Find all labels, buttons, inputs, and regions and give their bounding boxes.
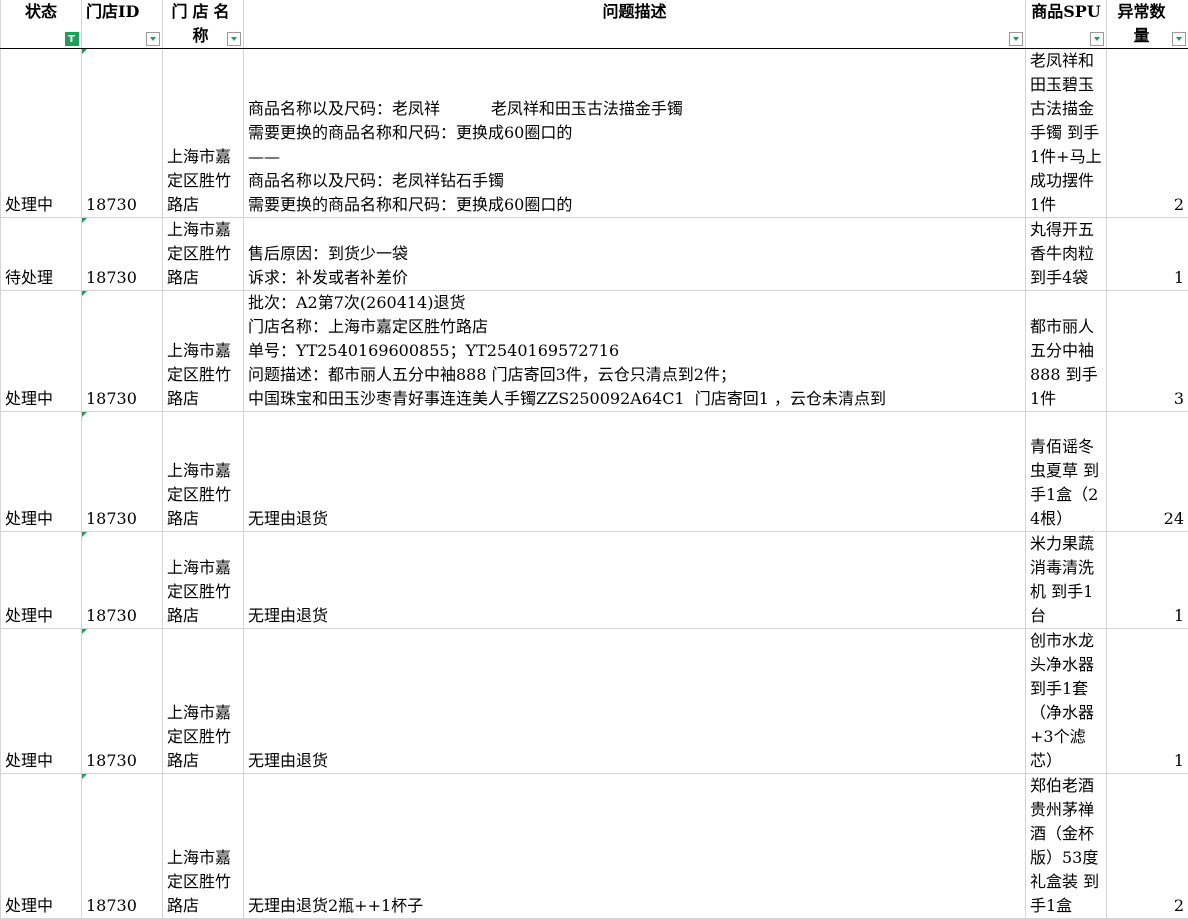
cell-store-name[interactable]: 上海市嘉定区胜竹路店 — [163, 774, 244, 919]
header-status[interactable]: 状态 T — [1, 0, 82, 49]
cell-store-id[interactable]: 18730 — [82, 412, 163, 532]
cell-description[interactable]: 商品名称以及尺码：老凤祥 老凤祥和田玉古法描金手镯 需要更换的商品名称和尺码：更… — [244, 49, 1026, 218]
cell-store-name[interactable]: 上海市嘉定区胜竹路店 — [163, 49, 244, 218]
header-row: 状态 T 门店ID 门店名称 问题描述 商品SPU 异常数量 — [1, 0, 1188, 49]
table-row[interactable]: 处理中 18730 上海市嘉定区胜竹路店 批次：A2第7次(260414)退货 … — [1, 291, 1188, 412]
cell-store-id[interactable]: 18730 — [82, 291, 163, 412]
cell-spu[interactable]: 米力果蔬消毒清洗机 到手1台 — [1026, 532, 1107, 629]
table-row[interactable]: 处理中 18730 上海市嘉定区胜竹路店 无理由退货 青佰谣冬虫夏草 到手1盒（… — [1, 412, 1188, 532]
dropdown-arrow-icon[interactable] — [146, 32, 160, 46]
cell-indicator-icon — [82, 218, 87, 223]
cell-store-id[interactable]: 18730 — [82, 49, 163, 218]
cell-spu[interactable]: 郑伯老酒贵州茅禅酒（金杯版）53度礼盒装 到手1盒 — [1026, 774, 1107, 919]
cell-qty[interactable]: 1 — [1107, 629, 1188, 774]
cell-status[interactable]: 处理中 — [1, 412, 82, 532]
store-id-text: 18730 — [86, 389, 137, 408]
store-id-text: 18730 — [86, 195, 137, 214]
header-status-label: 状态 — [5, 0, 77, 24]
cell-description[interactable]: 无理由退货 — [244, 629, 1026, 774]
table-row[interactable]: 处理中 18730 上海市嘉定区胜竹路店 无理由退货 创市水龙头净水器 到手1套… — [1, 629, 1188, 774]
cell-store-name[interactable]: 上海市嘉定区胜竹路店 — [163, 532, 244, 629]
cell-store-name[interactable]: 上海市嘉定区胜竹路店 — [163, 629, 244, 774]
header-store-id[interactable]: 门店ID — [82, 0, 163, 49]
cell-qty[interactable]: 24 — [1107, 412, 1188, 532]
cell-qty[interactable]: 1 — [1107, 532, 1188, 629]
store-id-text: 18730 — [86, 896, 137, 915]
cell-status[interactable]: 处理中 — [1, 291, 82, 412]
cell-store-name[interactable]: 上海市嘉定区胜竹路店 — [163, 412, 244, 532]
cell-spu[interactable]: 丸得开五香牛肉粒到手4袋 — [1026, 218, 1107, 291]
cell-status[interactable]: 处理中 — [1, 774, 82, 919]
dropdown-arrow-icon[interactable] — [1009, 32, 1023, 46]
cell-description[interactable]: 无理由退货2瓶++1杯子 — [244, 774, 1026, 919]
cell-store-id[interactable]: 18730 — [82, 218, 163, 291]
cell-indicator-icon — [82, 49, 87, 54]
cell-indicator-icon — [82, 532, 87, 537]
cell-indicator-icon — [82, 291, 87, 296]
cell-store-name[interactable]: 上海市嘉定区胜竹路店 — [163, 218, 244, 291]
cell-store-name[interactable]: 上海市嘉定区胜竹路店 — [163, 291, 244, 412]
cell-qty[interactable]: 1 — [1107, 218, 1188, 291]
cell-indicator-icon — [82, 774, 87, 779]
cell-qty[interactable]: 2 — [1107, 49, 1188, 218]
dropdown-arrow-icon[interactable] — [227, 32, 241, 46]
cell-qty[interactable]: 3 — [1107, 291, 1188, 412]
cell-store-id[interactable]: 18730 — [82, 774, 163, 919]
header-description[interactable]: 问题描述 — [244, 0, 1026, 49]
cell-description[interactable]: 无理由退货 — [244, 532, 1026, 629]
table-row[interactable]: 待处理 18730 上海市嘉定区胜竹路店 售后原因：到货少一袋 诉求：补发或者补… — [1, 218, 1188, 291]
cell-store-id[interactable]: 18730 — [82, 532, 163, 629]
cell-description[interactable]: 售后原因：到货少一袋 诉求：补发或者补差价 — [244, 218, 1026, 291]
cell-description[interactable]: 无理由退货 — [244, 412, 1026, 532]
cell-status[interactable]: 处理中 — [1, 532, 82, 629]
cell-indicator-icon — [82, 412, 87, 417]
cell-spu[interactable]: 青佰谣冬虫夏草 到手1盒（24根） — [1026, 412, 1107, 532]
dropdown-arrow-icon[interactable] — [1172, 32, 1186, 46]
spreadsheet: 状态 T 门店ID 门店名称 问题描述 商品SPU 异常数量 — [0, 0, 1188, 913]
cell-status[interactable]: 处理中 — [1, 629, 82, 774]
store-id-text: 18730 — [86, 606, 137, 625]
cell-qty[interactable]: 2 — [1107, 774, 1188, 919]
filter-funnel-icon[interactable]: T — [65, 32, 79, 46]
data-table: 状态 T 门店ID 门店名称 问题描述 商品SPU 异常数量 — [0, 0, 1188, 919]
cell-store-id[interactable]: 18730 — [82, 629, 163, 774]
header-store-id-label: 门店ID — [86, 0, 158, 24]
table-row[interactable]: 处理中 18730 上海市嘉定区胜竹路店 无理由退货 米力果蔬消毒清洗机 到手1… — [1, 532, 1188, 629]
header-description-label: 问题描述 — [248, 0, 1021, 24]
cell-spu[interactable]: 都市丽人五分中袖888 到手1件 — [1026, 291, 1107, 412]
dropdown-arrow-icon[interactable] — [1090, 32, 1104, 46]
table-row[interactable]: 处理中 18730 上海市嘉定区胜竹路店 商品名称以及尺码：老凤祥 老凤祥和田玉… — [1, 49, 1188, 218]
store-id-text: 18730 — [86, 509, 137, 528]
table-row[interactable]: 处理中 18730 上海市嘉定区胜竹路店 无理由退货2瓶++1杯子 郑伯老酒贵州… — [1, 774, 1188, 919]
header-spu[interactable]: 商品SPU — [1026, 0, 1107, 49]
cell-spu[interactable]: 老凤祥和田玉碧玉古法描金手镯 到手1件+马上成功摆件1件 — [1026, 49, 1107, 218]
header-spu-label: 商品SPU — [1030, 0, 1102, 24]
cell-status[interactable]: 处理中 — [1, 49, 82, 218]
header-store-name[interactable]: 门店名称 — [163, 0, 244, 49]
store-id-text: 18730 — [86, 268, 137, 287]
cell-indicator-icon — [82, 629, 87, 634]
cell-status[interactable]: 待处理 — [1, 218, 82, 291]
cell-description[interactable]: 批次：A2第7次(260414)退货 门店名称：上海市嘉定区胜竹路店 单号：YT… — [244, 291, 1026, 412]
header-qty[interactable]: 异常数量 — [1107, 0, 1188, 49]
store-id-text: 18730 — [86, 751, 137, 770]
cell-spu[interactable]: 创市水龙头净水器 到手1套（净水器+3个滤芯） — [1026, 629, 1107, 774]
